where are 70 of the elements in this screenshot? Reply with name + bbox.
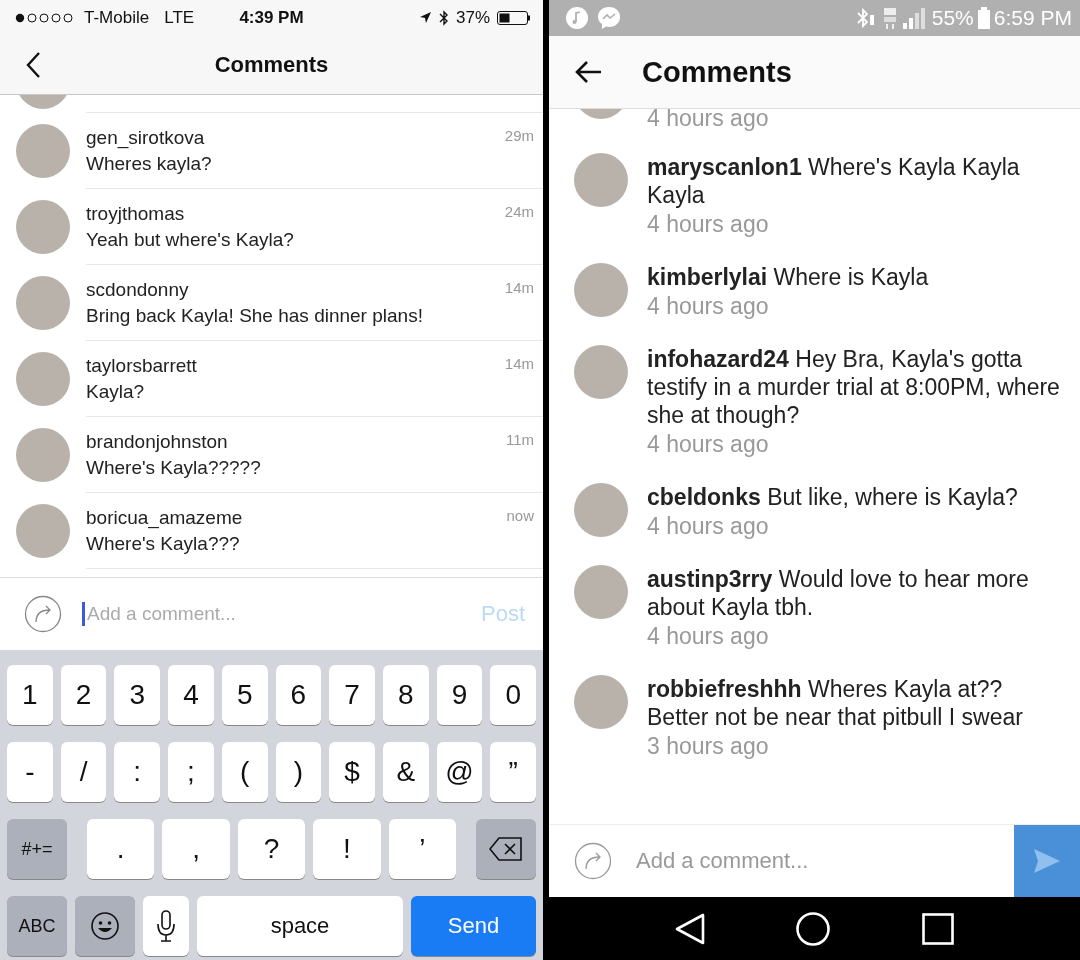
status-time: 6:59 PM [993,6,1072,30]
comment-text: robbiefreshhh Wheres Kayla at?? Better not be near that pitbull I swear [647,675,1024,731]
comment-text: Wheres kayla? [86,153,213,175]
keyboard-key[interactable]: #+= [7,819,67,879]
comment-input-field[interactable]: Add a comment... [85,603,453,625]
comment-text: austinp3rry Would love to hear more about Kayla tbh. [647,565,1030,621]
comment-time: 14m [504,355,534,372]
username[interactable]: boricua_amazeme [86,507,243,529]
keyboard-key[interactable]: ! [313,819,381,879]
keyboard-key[interactable]: ” [490,742,537,802]
username[interactable]: gen_sirotkova [86,127,205,149]
keyboard-key[interactable]: 4 [168,665,214,725]
username[interactable]: brandonjohnston [86,431,228,453]
screen-title: Comments [642,55,792,89]
comment-time: 24m [504,203,534,220]
comment-text: cbeldonks But like, where is Kayla? [647,483,1019,511]
comment-text: infohazard24 Hey Bra, Kayla's gotta testify in a murder trial at 8:00PM, where she at though? [647,345,1061,429]
keyboard-key[interactable]: 7 [329,665,375,725]
comment-time: 4 hours ago [647,292,770,321]
comment-text: Yeah but where's Kayla? [86,229,295,251]
keyboard-key[interactable]: ABC [7,896,67,956]
keyboard-key[interactable]: ( [221,742,268,802]
comment-time: 4 hours ago [647,210,770,239]
comment-time: 4 hours ago [647,430,770,459]
comment-text: Kayla? [86,381,146,403]
keyboard-key[interactable]: ) [275,742,322,802]
comment-time: 14m [504,279,534,296]
username[interactable]: scdondonny [86,279,189,301]
comment-text: Bring back Kayla! She has dinner plans! [86,305,424,327]
comment-time: 29m [504,127,534,144]
keyboard-key[interactable]: $ [329,742,375,802]
keyboard-key[interactable]: 6 [275,665,322,725]
keyboard-key[interactable]: 1 [7,665,53,725]
keyboard-key[interactable]: @ [436,742,483,802]
keyboard-key[interactable]: . [87,819,155,879]
keyboard-key[interactable]: : [114,742,161,802]
keyboard-key[interactable]: 5 [221,665,268,725]
keyboard-key[interactable]: / [60,742,107,802]
username[interactable]: taylorsbarrett [86,355,197,377]
comment-text: Where's Kayla??? [86,533,241,555]
screen-title: Comments [213,51,330,78]
keyboard-key[interactable]: 2 [60,665,107,725]
carrier-name: T-Mobile [84,7,150,28]
comment-time: 11m [505,431,534,448]
network-type: LTE [164,7,195,28]
keyboard-key[interactable]: 8 [382,665,429,725]
comment-time: 4 hours ago [647,622,770,651]
comment-input-field[interactable]: Add a comment... [634,847,1014,875]
keyboard-key[interactable]: ’ [388,819,457,879]
send-key[interactable]: Send [411,896,536,956]
comment-text: Where's Kayla????? [86,457,262,479]
keyboard-key[interactable]: - [7,742,53,802]
keyboard-key[interactable]: ? [237,819,306,879]
status-time: 4:39 PM [238,7,305,28]
keyboard-key[interactable]: 9 [436,665,483,725]
keyboard-key[interactable]: 3 [114,665,161,725]
battery-percent: 55% [931,6,974,30]
space-key[interactable]: space [197,896,403,956]
comment-text: kimberlylai Where is Kayla [647,263,930,291]
keyboard-key[interactable]: & [382,742,429,802]
comment-time: 3 hours ago [647,732,770,761]
battery-percent: 37% [455,7,490,28]
keyboard-key[interactable]: , [162,819,230,879]
username[interactable]: troyjthomas [86,203,185,225]
comment-time: 4 hours ago [647,512,770,541]
comment-time: 4 hours ago [647,109,769,133]
comment-time: now [506,507,534,524]
comment-text: maryscanlon1 Where's Kayla Kayla Kayla [647,153,1021,209]
keyboard-key[interactable]: 0 [490,665,537,725]
keyboard-key[interactable]: ; [168,742,214,802]
